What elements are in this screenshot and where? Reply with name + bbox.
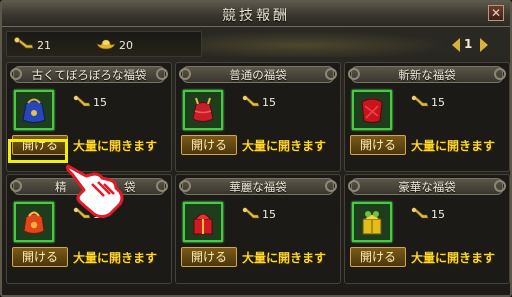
card-header: 斬新な福袋 xyxy=(348,66,506,83)
window-title: 競技報酬 xyxy=(222,8,290,24)
gold-count: 20 xyxy=(119,39,133,52)
card-header: 華麗な福袋 xyxy=(179,178,337,195)
cost-value: 15 xyxy=(93,96,107,109)
open-button[interactable]: 開ける xyxy=(181,247,237,267)
gold-box-bag-icon xyxy=(362,211,382,235)
item-slot[interactable] xyxy=(183,202,223,242)
open-button[interactable]: 開ける xyxy=(350,135,406,155)
key-icon xyxy=(242,95,260,107)
bulk-open-button[interactable]: 大量に開きます xyxy=(242,137,326,154)
title-bar: 競技報酬 ✕ xyxy=(2,2,510,27)
red-bag-icon xyxy=(192,97,214,122)
open-button[interactable]: 開ける xyxy=(350,247,406,267)
red-cloth-bag-icon xyxy=(361,98,383,123)
cost: 15 xyxy=(73,95,133,111)
cost: 15 xyxy=(411,95,471,111)
cost-value: 15 xyxy=(262,96,276,109)
key-icon xyxy=(411,207,429,219)
cost-value: 15 xyxy=(262,208,276,221)
pager: 1 xyxy=(452,35,496,55)
prev-page-arrow-icon[interactable] xyxy=(452,38,460,52)
card-title: 斬新な福袋 xyxy=(398,68,456,82)
cost-value: 15 xyxy=(431,208,445,221)
cost-value: 15 xyxy=(431,96,445,109)
orange-bag-icon xyxy=(23,211,45,234)
gold-ingot-icon xyxy=(96,39,116,50)
resource-bar: 21 20 xyxy=(6,31,202,57)
item-slot[interactable] xyxy=(14,90,54,130)
card-title-suffix: 袋 xyxy=(124,180,136,194)
bulk-open-button[interactable]: 大量に開きます xyxy=(411,249,495,266)
bulk-open-button[interactable]: 大量に開きます xyxy=(73,137,157,154)
cost: 15 xyxy=(411,207,471,223)
open-button[interactable]: 開ける xyxy=(181,135,237,155)
bag-card-2: 普通の福袋 15 開ける 大量に開きます xyxy=(175,62,341,172)
key-icon xyxy=(73,95,91,107)
item-slot[interactable] xyxy=(14,202,54,242)
red-box-bag-icon xyxy=(193,213,213,235)
pointing-hand-icon xyxy=(66,164,124,218)
open-button[interactable]: 開ける xyxy=(12,247,68,267)
key-count: 21 xyxy=(37,39,51,52)
bulk-open-button[interactable]: 大量に開きます xyxy=(242,249,326,266)
card-title: 普通の福袋 xyxy=(229,68,287,82)
background-decoration xyxy=(202,31,452,57)
card-title: 華麗な福袋 xyxy=(229,180,287,194)
page-number: 1 xyxy=(464,37,473,51)
bulk-open-button[interactable]: 大量に開きます xyxy=(73,249,157,266)
item-slot[interactable] xyxy=(352,90,392,130)
key-icon xyxy=(13,37,34,49)
card-title: 豪華な福袋 xyxy=(398,180,456,194)
tutorial-highlight xyxy=(8,139,68,163)
key-icon xyxy=(411,95,429,107)
card-header: 豪華な福袋 xyxy=(348,178,506,195)
close-button[interactable]: ✕ xyxy=(488,5,504,21)
bulk-open-button[interactable]: 大量に開きます xyxy=(411,137,495,154)
card-header: 古くてぼろぼろな福袋 xyxy=(10,66,168,83)
card-title: 古くてぼろぼろな福袋 xyxy=(31,68,147,82)
bag-card-3: 斬新な福袋 15 開ける 大量に開きます xyxy=(344,62,510,172)
item-slot[interactable] xyxy=(183,90,223,130)
reward-window: 競技報酬 ✕ 21 20 1 古くてぼろぼろな福袋 15 開ける 大量に開きます… xyxy=(0,0,512,297)
item-slot[interactable] xyxy=(352,202,392,242)
key-icon xyxy=(242,207,260,219)
blue-bag-icon xyxy=(22,98,46,123)
next-page-arrow-icon[interactable] xyxy=(480,38,488,52)
bag-card-5: 華麗な福袋 15 開ける 大量に開きます xyxy=(175,174,341,284)
bag-card-6: 豪華な福袋 15 開ける 大量に開きます xyxy=(344,174,510,284)
card-header: 普通の福袋 xyxy=(179,66,337,83)
cost: 15 xyxy=(242,207,302,223)
cost: 15 xyxy=(242,95,302,111)
